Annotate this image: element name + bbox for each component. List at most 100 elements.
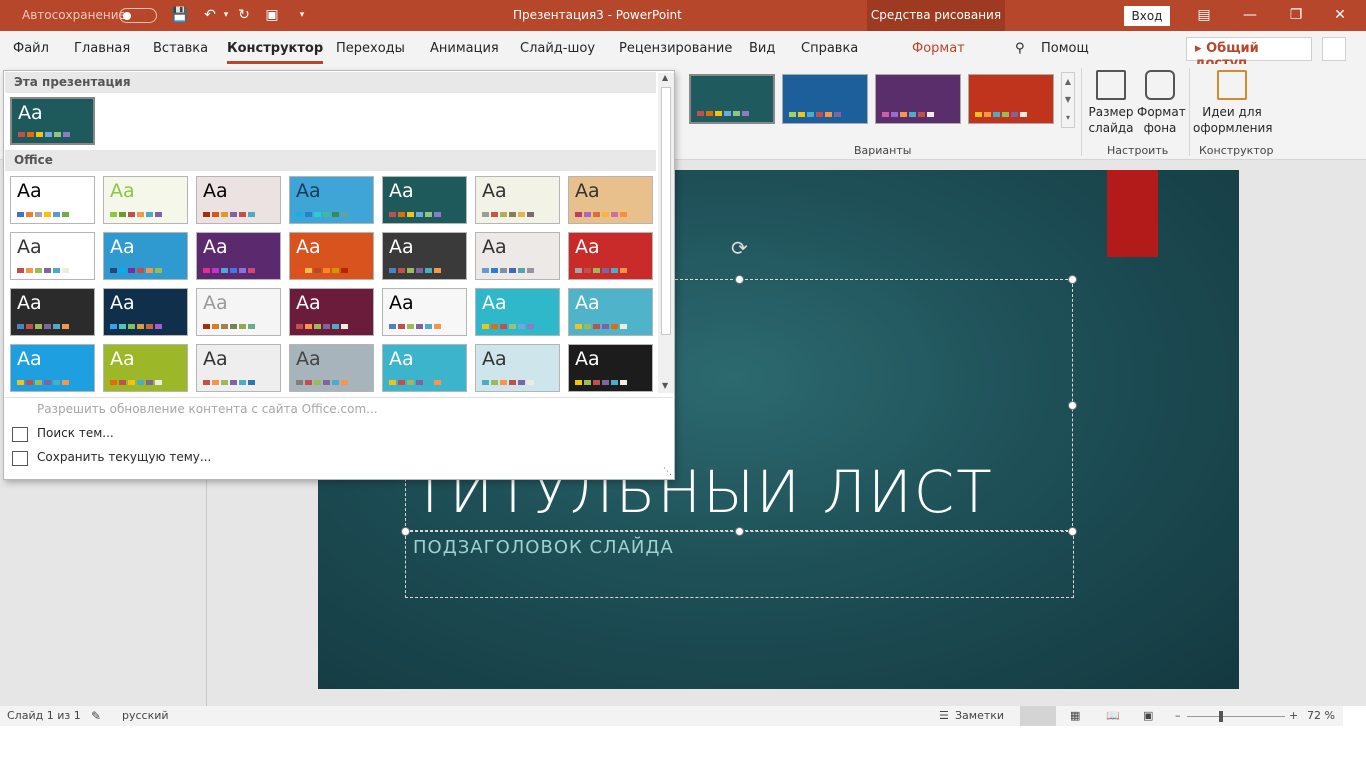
zoom-out-icon[interactable]: – [1175, 709, 1181, 722]
variant-thumb[interactable] [689, 74, 775, 124]
gallery-scrollbar[interactable]: ▲ ▼ [658, 73, 674, 393]
design-ideas-button[interactable]: Идеи для оформления [1193, 70, 1273, 136]
theme-thumb[interactable]: Aa [10, 232, 95, 280]
tab-view[interactable]: Вид [749, 41, 775, 56]
theme-thumb[interactable]: Aa [289, 288, 374, 336]
tab-home[interactable]: Главная [74, 41, 130, 56]
browse-themes-item[interactable]: Поиск тем... [37, 426, 114, 440]
variants-scroll[interactable]: ▲ ▼ ▾ [1061, 72, 1075, 128]
color-swatch [314, 324, 321, 329]
theme-thumb[interactable]: Aa [568, 176, 653, 224]
theme-thumb[interactable]: Aa [382, 344, 467, 392]
zoom-level[interactable]: 72 % [1307, 709, 1335, 722]
current-theme-thumb[interactable]: Aa [10, 97, 95, 145]
theme-thumb[interactable]: Aa [382, 232, 467, 280]
theme-thumb[interactable]: Aa [196, 232, 281, 280]
theme-thumb[interactable]: Aa [289, 176, 374, 224]
resize-handle[interactable] [1068, 527, 1077, 536]
tab-transitions[interactable]: Переходы [336, 41, 405, 56]
signin-button[interactable]: Вход [1124, 6, 1170, 26]
redo-icon[interactable]: ↻ [236, 7, 252, 23]
notes-button[interactable]: Заметки [955, 709, 1004, 722]
slide-size-button[interactable]: Размер слайда [1088, 70, 1134, 136]
search-icon[interactable]: ⚲ [1015, 41, 1025, 56]
theme-preview-text: Aa [575, 180, 600, 202]
theme-thumb[interactable]: Aa [475, 288, 560, 336]
resize-handle[interactable] [401, 527, 410, 536]
resize-handle[interactable] [735, 527, 744, 536]
themes-gallery-dropdown: Эта презентация Aa Office Aa Aa Aa Aa Aa Aa Aa… [3, 70, 675, 480]
undo-icon[interactable]: ↶ [202, 7, 218, 23]
theme-thumb[interactable]: Aa [103, 176, 188, 224]
theme-thumb[interactable]: Aa [568, 344, 653, 392]
resize-handle[interactable] [735, 275, 744, 284]
tab-animations[interactable]: Анимация [430, 41, 499, 56]
resize-handle[interactable] [1068, 275, 1077, 284]
tab-design[interactable]: Конструктор [227, 41, 324, 64]
resize-handle[interactable] [1068, 401, 1077, 410]
gallery-scroll-thumb[interactable] [661, 87, 671, 335]
theme-thumb[interactable]: Aa [568, 288, 653, 336]
more-variants-icon[interactable]: ▾ [1066, 113, 1070, 122]
tell-me-search[interactable]: Помощ [1041, 41, 1089, 56]
tab-help[interactable]: Справка [801, 41, 858, 56]
autosave-toggle[interactable] [119, 8, 157, 23]
theme-thumb[interactable]: Aa [10, 288, 95, 336]
scroll-up-icon[interactable]: ▲ [662, 73, 668, 82]
reading-view-icon[interactable]: 📖 [1106, 709, 1120, 722]
tab-format[interactable]: Формат [912, 41, 965, 56]
tab-file[interactable]: Файл [13, 41, 49, 56]
slide-subtitle[interactable]: ПОДЗАГОЛОВОК СЛАЙДА [413, 537, 674, 558]
theme-thumb[interactable]: Aa [568, 232, 653, 280]
minimize-icon[interactable]: — [1242, 7, 1258, 23]
slideshow-view-icon[interactable]: ▣ [1143, 709, 1153, 722]
theme-thumb[interactable]: Aa [289, 232, 374, 280]
theme-thumb[interactable]: Aa [382, 288, 467, 336]
variant-thumb[interactable] [875, 74, 961, 124]
ribbon-display-options-icon[interactable]: ▤ [1196, 7, 1212, 23]
share-button[interactable]: ▸ Общий доступ [1186, 37, 1312, 71]
theme-thumb[interactable]: Aa [10, 176, 95, 224]
theme-thumb[interactable]: Aa [475, 344, 560, 392]
resize-grip-icon[interactable]: ⋱ [663, 467, 672, 477]
theme-thumb[interactable]: Aa [289, 344, 374, 392]
theme-thumb[interactable]: Aa [475, 176, 560, 224]
save-current-theme-item[interactable]: Сохранить текущую тему... [37, 450, 211, 464]
notes-icon[interactable]: ☰ [939, 709, 949, 722]
present-from-start-icon[interactable]: ▣ [264, 7, 280, 23]
zoom-slider[interactable] [1187, 716, 1285, 717]
theme-thumb[interactable]: Aa [475, 232, 560, 280]
theme-thumb[interactable]: Aa [103, 288, 188, 336]
tab-insert[interactable]: Вставка [153, 41, 208, 56]
slide-size-label: Размер слайда [1088, 105, 1134, 135]
theme-thumb[interactable]: Aa [196, 176, 281, 224]
zoom-in-icon[interactable]: + [1289, 709, 1298, 722]
theme-thumb[interactable]: Aa [103, 344, 188, 392]
theme-thumb[interactable]: Aa [382, 176, 467, 224]
normal-view-button[interactable] [1020, 706, 1056, 726]
save-icon[interactable]: 💾 [171, 7, 188, 23]
close-icon[interactable]: ✕ [1332, 7, 1348, 23]
tab-review[interactable]: Рецензирование [619, 41, 732, 56]
restore-icon[interactable]: ❐ [1288, 7, 1304, 23]
theme-thumb[interactable]: Aa [196, 288, 281, 336]
comments-button[interactable] [1322, 37, 1346, 61]
scroll-down-icon[interactable]: ▼ [662, 381, 668, 390]
zoom-slider-thumb[interactable] [1218, 711, 1223, 722]
chevron-up-icon[interactable]: ▲ [1065, 77, 1071, 86]
undo-dropdown-icon[interactable]: ▾ [218, 7, 234, 23]
theme-thumb[interactable]: Aa [103, 232, 188, 280]
variant-thumb[interactable] [968, 74, 1054, 124]
format-background-button[interactable]: Формат фона [1137, 70, 1186, 136]
chevron-down-icon[interactable]: ▼ [1065, 95, 1071, 104]
spelling-icon[interactable]: ✎ [91, 709, 101, 723]
customize-toolbar-icon[interactable]: ▾ [294, 7, 310, 23]
tab-slideshow[interactable]: Слайд-шоу [520, 41, 595, 56]
theme-thumb[interactable]: Aa [10, 344, 95, 392]
variant-thumb[interactable] [782, 74, 868, 124]
language-indicator[interactable]: русский [122, 709, 169, 722]
rotate-handle-icon[interactable]: ⟳ [731, 236, 748, 260]
theme-thumb[interactable]: Aa [196, 344, 281, 392]
slide-sorter-icon[interactable]: ▦ [1070, 709, 1080, 722]
theme-color-swatches [389, 268, 441, 273]
